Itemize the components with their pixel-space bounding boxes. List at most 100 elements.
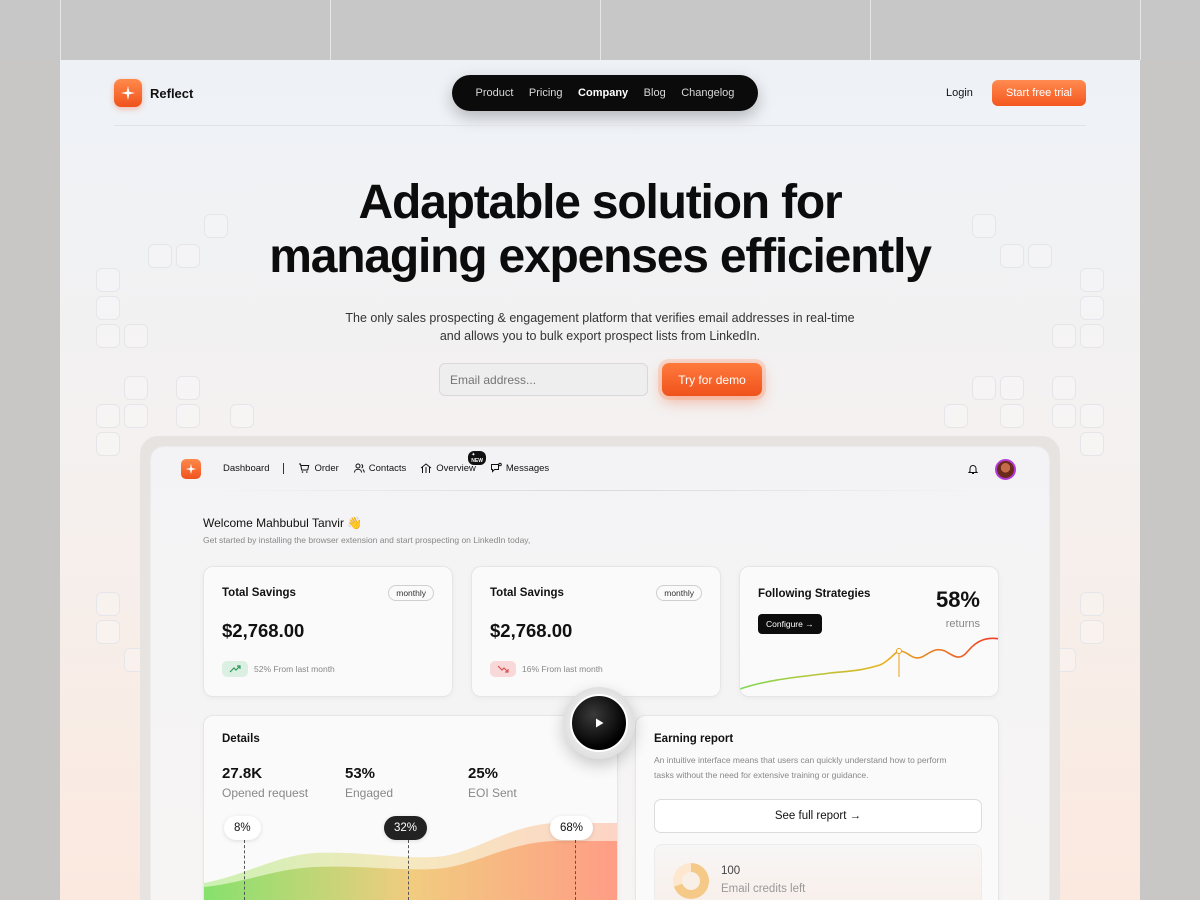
dnav-dashboard[interactable]: Dashboard [223,463,269,474]
background-square [1028,244,1052,268]
trend-text: 52% From last month [254,664,335,674]
credits-value: 100 [721,865,741,877]
nav-divider [114,125,1086,126]
welcome-title: Welcome Mahbubul Tanvir 👋 [203,516,363,530]
background-square [1052,324,1076,348]
background-square [1080,296,1104,320]
see-full-report-button[interactable]: See full report → [654,799,982,833]
dnav-messages-label: Messages [505,462,550,474]
nav-company[interactable]: Company [578,87,628,99]
savings-amount: $2,768.00 [490,620,573,641]
background-square [1080,324,1104,348]
strategies-card: Following Strategies Configure → 58% ret… [739,566,999,697]
background-square [176,376,200,400]
background-square [1080,620,1104,644]
background-square [230,404,254,428]
background-square [96,268,120,292]
savings-card: Total Savings monthly $2,768.00 16% From… [471,566,721,697]
stat-eoi: 25% EOI Sent [468,765,517,800]
grid-line [1140,0,1141,60]
hero-title-line1: Adaptable solution for [358,176,843,229]
background-square [1000,376,1024,400]
nav-pricing[interactable]: Pricing [529,87,563,99]
background-square [1080,268,1104,292]
brand[interactable]: Reflect [114,79,193,107]
play-video-button[interactable] [563,687,635,759]
stat-label: Opened request [222,786,309,800]
grid-line [600,0,601,60]
dnav-overview[interactable]: ✦ NEW Overview [420,451,486,474]
background-square [96,620,120,644]
marker-line [408,840,409,900]
period-chip[interactable]: monthly [388,585,434,601]
dnav-messages[interactable]: Messages [490,462,549,474]
credits-panel: 100 Email credits left [654,844,982,900]
savings-card: Total Savings monthly $2,768.00 52% From… [203,566,453,697]
details-card: Details 27.8K Opened request 53% Engaged… [203,715,618,900]
hero-title: Adaptable solution for managing expenses… [200,176,1000,284]
nav-blog[interactable]: Blog [644,87,666,99]
trend-text: 16% From last month [522,664,603,674]
trend-row: 52% From last month [222,661,335,677]
background-square [1080,592,1104,616]
background-square [96,296,120,320]
avatar[interactable] [995,459,1016,480]
details-title: Details [222,733,260,745]
trend-down-icon [490,661,516,677]
contacts-icon [353,463,365,473]
background-square [176,244,200,268]
background-square [124,324,148,348]
marker-line [244,840,245,900]
background-square [124,404,148,428]
period-chip[interactable]: monthly [656,585,702,601]
bell-icon[interactable] [967,463,979,475]
grid-line [870,0,871,60]
background-square [1080,432,1104,456]
start-trial-button[interactable]: Start free trial [992,80,1086,106]
percent-bubble: 68% [550,816,594,840]
background-square [96,432,120,456]
sparkle-logo-icon [181,459,201,479]
credits-label: Email credits left [721,883,806,895]
background-square [1080,404,1104,428]
grid-line [330,0,331,60]
stat-value: 53% [345,765,376,782]
trend-up-icon [222,661,248,677]
nav-changelog[interactable]: Changelog [681,87,734,99]
percent-bubble: 8% [224,816,261,840]
play-button-inner [570,694,628,752]
grid-line [60,0,61,60]
cart-icon [299,463,310,473]
background-square [96,404,120,428]
dashboard-nav: Dashboard Order Contacts ✦ NEW Overview … [223,451,549,474]
background-square [1052,376,1076,400]
background-square [1000,244,1024,268]
stat-value: 27.8K [222,765,263,782]
nav-product[interactable]: Product [476,87,514,99]
strategy-line-chart [740,637,998,690]
new-badge: ✦ NEW [468,451,486,465]
background-square [972,376,996,400]
play-icon [596,718,604,728]
marker-line [575,840,576,900]
email-input[interactable] [439,363,648,396]
sparkle-logo-icon [114,79,142,107]
savings-amount: $2,768.00 [222,620,305,641]
background-square [176,404,200,428]
background-square [124,376,148,400]
background-square [944,404,968,428]
dashboard-preview: Dashboard Order Contacts ✦ NEW Overview … [150,446,1050,900]
earning-description: An intuitive interface means that users … [654,755,947,780]
main-nav: Product Pricing Company Blog Changelog [452,75,758,111]
welcome-subtitle: Get started by installing the browser ex… [203,535,531,545]
background-square [96,592,120,616]
card-title: Total Savings [222,587,296,599]
percent-bubble: 32% [384,816,428,840]
try-demo-button[interactable]: Try for demo [662,363,762,396]
stat-label: EOI Sent [468,786,517,800]
background-square [96,324,120,348]
dnav-contacts[interactable]: Contacts [353,462,406,474]
trend-row: 16% From last month [490,661,603,677]
login-link[interactable]: Login [946,87,973,99]
dnav-order[interactable]: Order [298,462,339,474]
